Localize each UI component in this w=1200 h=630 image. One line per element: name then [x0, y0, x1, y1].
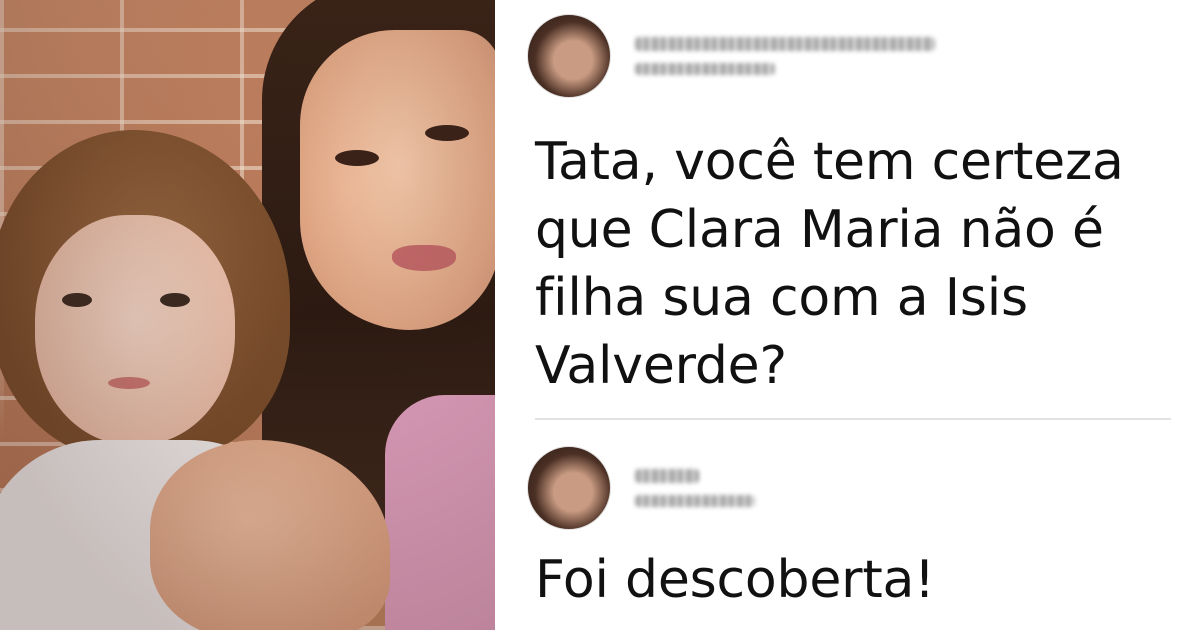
user-avatar-icon[interactable] [527, 446, 611, 530]
user-avatar-icon[interactable] [527, 14, 611, 98]
blurred-username[interactable] [635, 37, 935, 51]
comment-1-text: Tata, você tem certeza que Clara Maria n… [535, 132, 1124, 396]
photo-shading [0, 0, 495, 630]
comments-panel: Tata, você tem certeza que Clara Maria n… [495, 0, 1200, 630]
comment-1-meta [635, 37, 935, 75]
comment-2-meta [635, 469, 755, 507]
comment-2-header [527, 446, 755, 530]
comment-2-text: Foi descoberta! [535, 550, 935, 610]
comment-divider [535, 418, 1171, 420]
photo-woman-and-child [0, 0, 495, 630]
comment-1-header [527, 14, 935, 98]
blurred-timestamp [635, 63, 775, 75]
blurred-timestamp [635, 495, 755, 507]
blurred-username[interactable] [635, 469, 699, 483]
